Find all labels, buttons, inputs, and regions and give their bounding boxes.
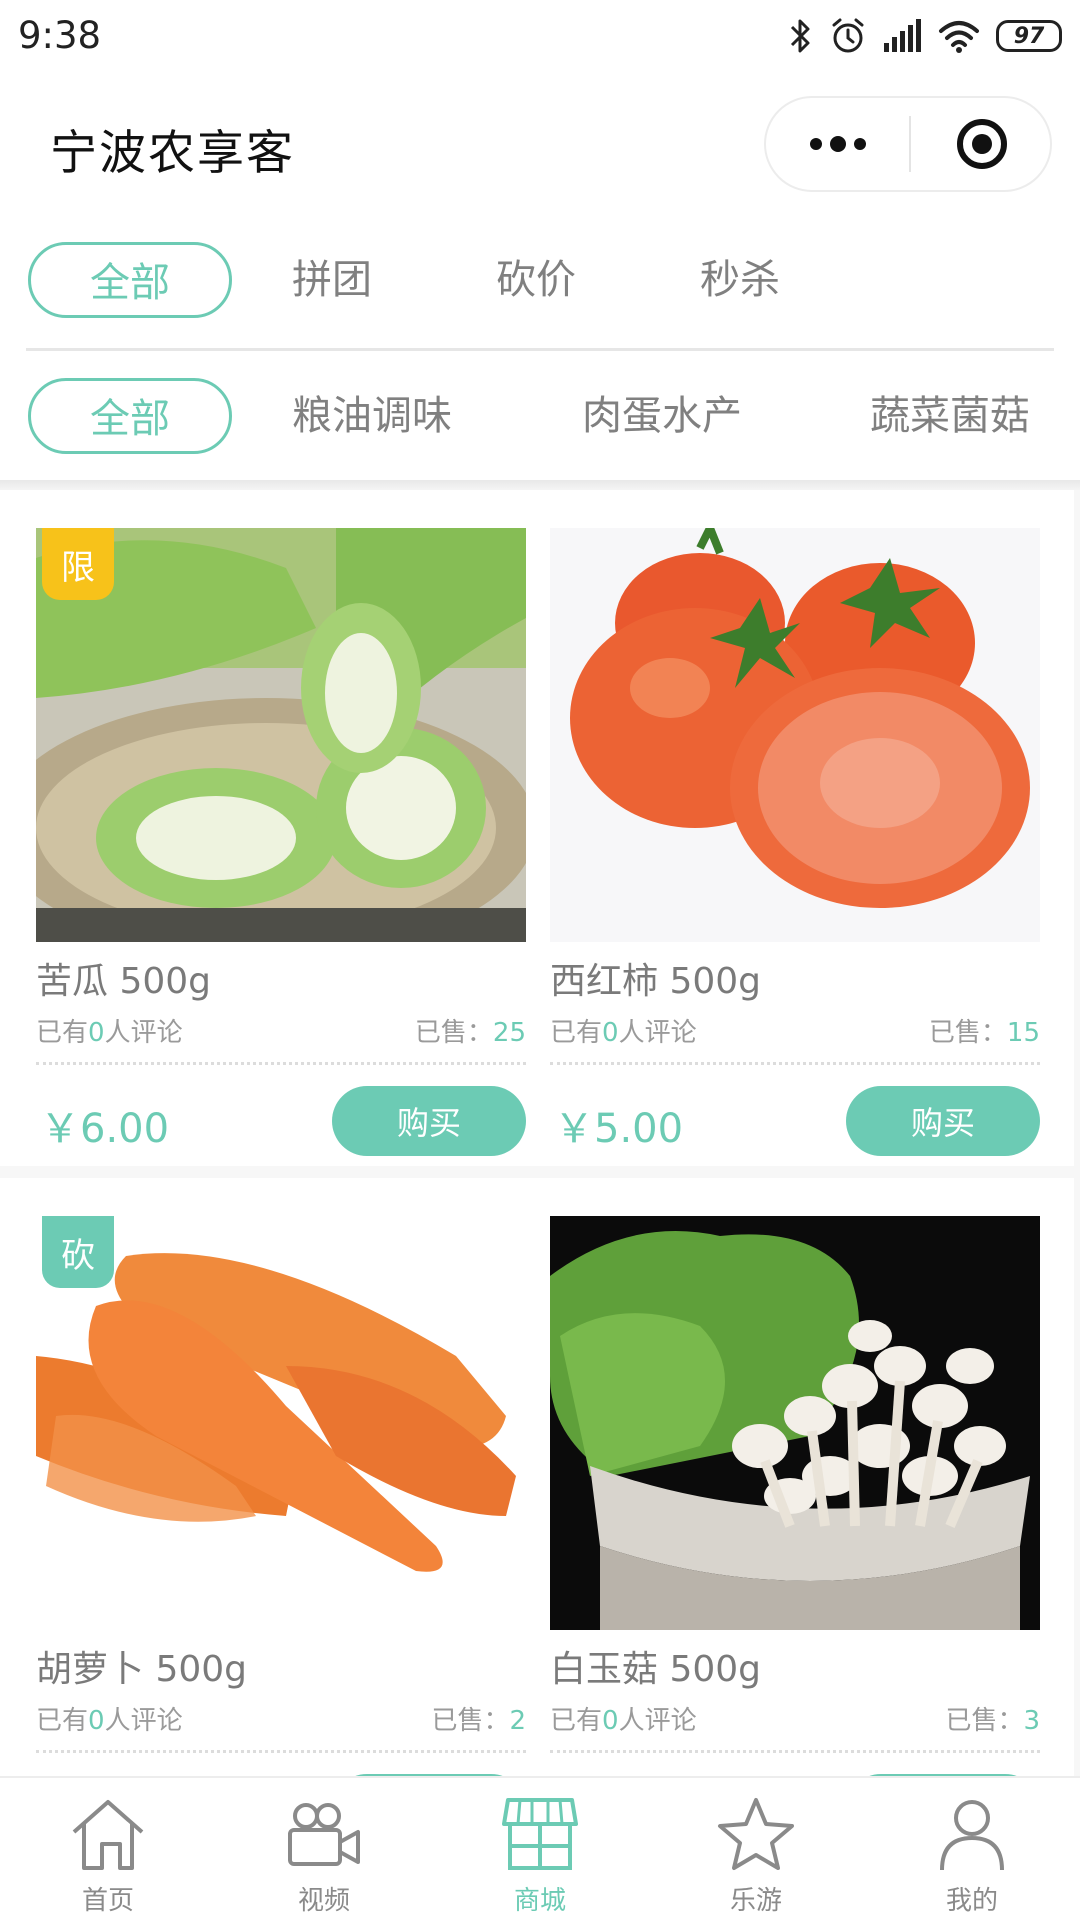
nav-profile[interactable]: 我的 [882, 1778, 1062, 1920]
product-name: 胡萝卜 500g [36, 1649, 248, 1690]
product-name: 白玉菇 500g [550, 1649, 762, 1690]
battery-indicator: 97 [996, 20, 1062, 52]
limited-badge: 限 [42, 528, 114, 600]
target-close-icon [956, 119, 1007, 169]
nav-label: 视频 [297, 1886, 350, 1916]
tomato-image [550, 528, 1040, 942]
review-count-text: 已有0人评论 [550, 1018, 697, 1048]
dotted-divider [36, 1062, 526, 1065]
more-dots-icon [809, 136, 866, 152]
nav-label: 我的 [945, 1886, 998, 1916]
home-icon [72, 1800, 144, 1870]
product-image-bitter-melon[interactable]: 限 [36, 528, 526, 942]
white-mushroom-image [550, 1216, 1040, 1630]
signal-icon [884, 19, 921, 52]
dotted-divider [36, 1750, 526, 1753]
product-meta: 已有0人评论 已售：2 [36, 1700, 526, 1736]
filter-divider [26, 348, 1054, 351]
tab-flash-sale[interactable]: 秒杀 [700, 242, 780, 318]
review-count-text: 已有0人评论 [36, 1706, 183, 1736]
tab-vegetables-mushrooms[interactable]: 蔬菜菌菇 [870, 378, 1030, 454]
nav-shop[interactable]: 商城 [450, 1778, 630, 1920]
more-button[interactable] [766, 98, 909, 190]
sold-count-text: 已售：3 [945, 1706, 1040, 1736]
sold-count-text: 已售：25 [414, 1018, 526, 1048]
bottom-tab-bar: 首页 视频 商城 乐游 我的 [0, 1776, 1080, 1920]
title-bar: 宁波农享客 [0, 74, 1080, 214]
product-image-white-mushroom[interactable] [550, 1216, 1040, 1630]
user-icon [940, 1800, 1004, 1871]
product-card[interactable]: 白玉菇 500g 已有0人评论 已售：3 [550, 1216, 1040, 1844]
bargain-badge: 砍 [42, 1216, 114, 1288]
buy-button[interactable]: 购买 [332, 1086, 526, 1156]
shop-icon [502, 1798, 578, 1870]
close-miniprogram-button[interactable] [911, 98, 1052, 190]
product-name: 苦瓜 500g [36, 961, 212, 1002]
app-screen: 9:38 97 宁波农享客 全部 拼团 砍价 秒杀 全部 粮油调味 肉蛋水产 蔬… [0, 0, 1080, 1920]
product-name: 西红柿 500g [550, 961, 762, 1002]
product-image-tomato[interactable] [550, 528, 1040, 942]
battery-level: 97 [1013, 23, 1045, 49]
dotted-divider [550, 1062, 1040, 1065]
tab-grain-oil[interactable]: 粮油调味 [292, 378, 452, 454]
product-meta: 已有0人评论 已售：15 [550, 1012, 1040, 1048]
review-count-text: 已有0人评论 [36, 1018, 183, 1048]
dotted-divider [550, 1750, 1040, 1753]
product-meta: 已有0人评论 已售：25 [36, 1012, 526, 1048]
product-card[interactable]: 砍 胡萝卜 500g 已有0人评论 已售：2 [36, 1216, 526, 1844]
product-price: ￥6.00 [40, 1106, 170, 1152]
star-icon [718, 1798, 794, 1870]
alarm-icon [832, 18, 864, 53]
video-camera-icon [288, 1803, 360, 1866]
nav-video[interactable]: 视频 [234, 1778, 414, 1920]
tab-group-buy[interactable]: 拼团 [292, 242, 372, 318]
nav-label: 首页 [81, 1886, 134, 1916]
nav-home[interactable]: 首页 [18, 1778, 198, 1920]
category-tab-row: 全部 粮油调味 肉蛋水产 蔬菜菌菇 [0, 378, 1080, 458]
bluetooth-icon [790, 19, 810, 53]
tab-category-all[interactable]: 全部 [28, 378, 232, 454]
product-card[interactable]: 西红柿 500g 已有0人评论 已售：15 ￥5.00 购买 [550, 528, 1040, 1158]
sold-count-text: 已售：15 [928, 1018, 1040, 1048]
product-card[interactable]: 限 苦瓜 500g 已有0人评论 已售：25 ￥6.00 购买 [36, 528, 526, 1158]
nav-label: 商城 [513, 1886, 566, 1916]
nav-travel[interactable]: 乐游 [666, 1778, 846, 1920]
tab-bargain[interactable]: 砍价 [496, 242, 576, 318]
page-title: 宁波农享客 [50, 126, 295, 181]
review-count-text: 已有0人评论 [550, 1706, 697, 1736]
miniprogram-capsule [764, 96, 1052, 192]
sold-count-text: 已售：2 [431, 1706, 526, 1736]
tab-meat-eggs-seafood[interactable]: 肉蛋水产 [582, 378, 742, 454]
status-time: 9:38 [18, 14, 102, 57]
product-image-carrot[interactable]: 砍 [36, 1216, 526, 1630]
status-icons: 97 [788, 14, 1062, 58]
product-meta: 已有0人评论 已售：3 [550, 1700, 1040, 1736]
type-tab-row: 全部 拼团 砍价 秒杀 [0, 242, 1080, 322]
product-price: ￥5.00 [554, 1106, 684, 1152]
status-bar: 9:38 97 [0, 0, 1080, 74]
tab-type-all[interactable]: 全部 [28, 242, 232, 318]
buy-button[interactable]: 购买 [846, 1086, 1040, 1156]
wifi-icon [939, 21, 979, 53]
nav-label: 乐游 [729, 1886, 782, 1916]
